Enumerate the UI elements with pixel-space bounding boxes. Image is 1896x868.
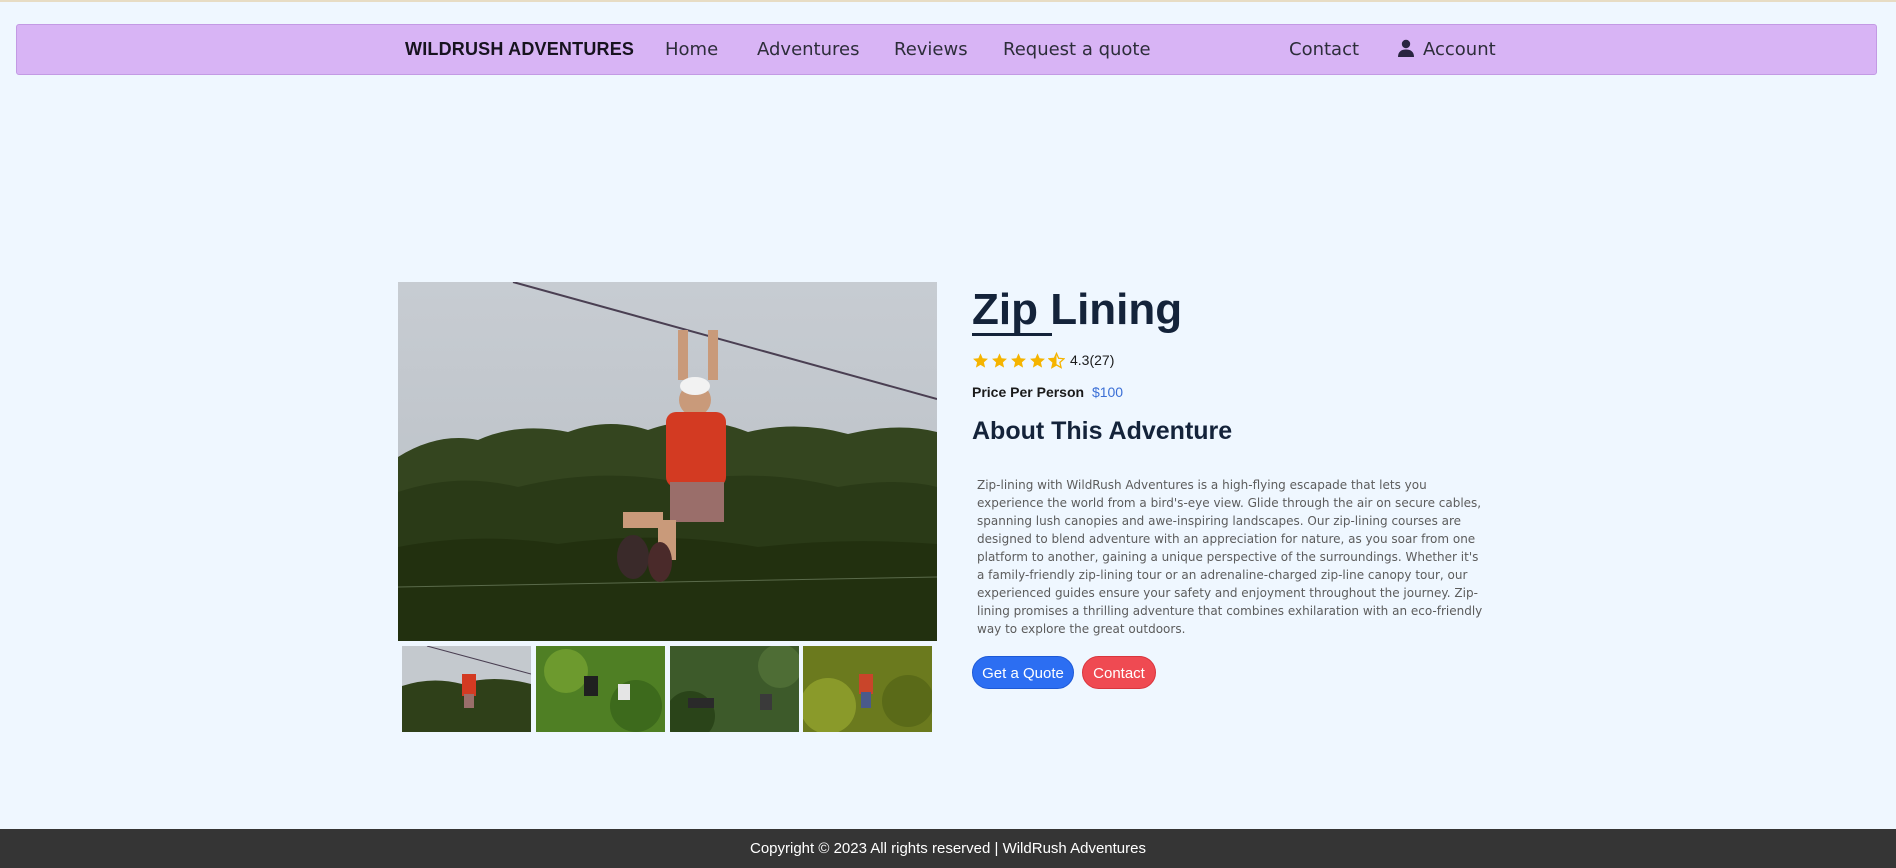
thumbnail-1[interactable] — [402, 646, 531, 732]
nav-account[interactable]: Account — [1397, 25, 1496, 74]
star-full-icon — [1030, 352, 1045, 368]
price-value: $100 — [1091, 384, 1124, 400]
adventure-title: Zip Lining — [972, 285, 1183, 334]
thumbnail-4[interactable] — [803, 646, 932, 732]
nav-account-label: Account — [1423, 39, 1496, 60]
nav-reviews[interactable]: Reviews — [894, 25, 968, 74]
get-quote-button[interactable]: Get a Quote — [972, 656, 1074, 689]
top-border — [0, 0, 1896, 2]
thumbnail-3[interactable] — [670, 646, 799, 732]
copyright-text: Copyright © 2023 All rights reserved | W… — [750, 840, 1146, 857]
navbar: WILDRUSH ADVENTURES Home Adventures Revi… — [16, 24, 1877, 75]
star-half-icon — [1048, 351, 1065, 369]
thumbnail-2[interactable] — [536, 646, 665, 732]
main-adventure-image[interactable] — [398, 282, 937, 641]
price-label: Price Per Person — [972, 384, 1085, 400]
nav-request-quote[interactable]: Request a quote — [1003, 25, 1151, 74]
adventure-description: Zip-lining with WildRush Adventures is a… — [977, 478, 1483, 636]
contact-button[interactable]: Contact — [1082, 656, 1156, 689]
about-heading: About This Adventure — [972, 417, 1233, 445]
footer: Copyright © 2023 All rights reserved | W… — [0, 829, 1896, 868]
star-full-icon — [973, 352, 988, 368]
user-icon — [1398, 39, 1414, 57]
star-full-icon — [1011, 352, 1026, 368]
price-row: Price Per Person $100 — [972, 384, 1123, 400]
nav-contact[interactable]: Contact — [1289, 25, 1359, 74]
rating: 4.3(27) — [972, 349, 1114, 371]
nav-home[interactable]: Home — [665, 25, 718, 74]
brand-logo[interactable]: WILDRUSH ADVENTURES — [405, 25, 634, 74]
star-full-icon — [992, 352, 1007, 368]
nav-adventures[interactable]: Adventures — [757, 25, 859, 74]
rating-text: 4.3(27) — [1070, 352, 1115, 368]
title-underline — [972, 333, 1052, 336]
